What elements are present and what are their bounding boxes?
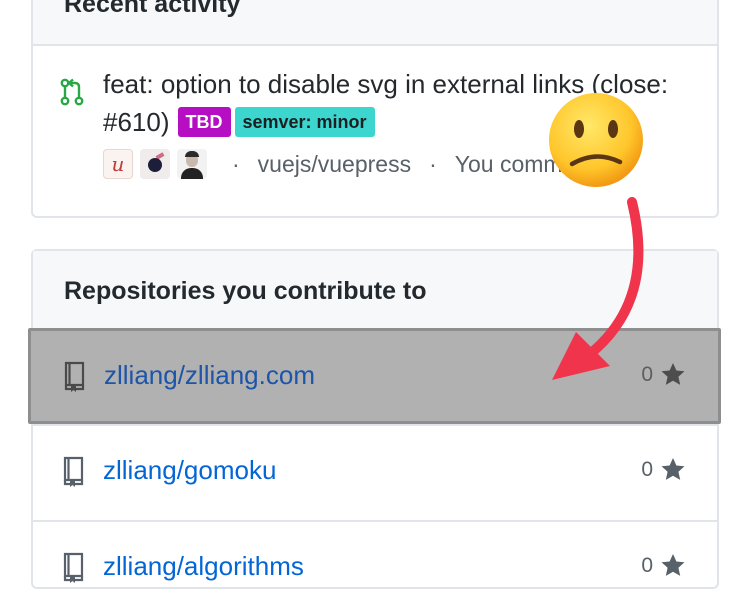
- repo-row[interactable]: zlliang/zlliang.com 0: [28, 328, 721, 424]
- recent-activity-panel: Recent activity feat: option to disable …: [31, 0, 719, 218]
- star-count-value: 0: [641, 457, 653, 481]
- activity-meta: u · vuejs/vuepress · You commented: [103, 148, 620, 180]
- activity-status: You commented: [454, 150, 621, 177]
- repo-icon: [63, 456, 84, 487]
- avatar[interactable]: [177, 149, 207, 179]
- star-icon: [661, 458, 685, 480]
- label-semver-minor[interactable]: semver: minor: [234, 107, 375, 137]
- label-tbd[interactable]: TBD: [177, 107, 231, 137]
- repo-icon: [64, 361, 85, 392]
- star-icon: [661, 363, 685, 385]
- repositories-title: Repositories you contribute to: [64, 277, 427, 305]
- star-count[interactable]: 0: [641, 456, 687, 483]
- separator-dot: ·: [232, 150, 240, 177]
- avatar[interactable]: u: [103, 149, 133, 179]
- star-count[interactable]: 0: [641, 361, 687, 388]
- git-pull-request-icon: [60, 78, 84, 106]
- repo-link[interactable]: zlliang/algorithms: [103, 551, 304, 582]
- repo-row[interactable]: zlliang/algorithms 0: [33, 520, 717, 616]
- repo-icon: [63, 552, 84, 583]
- repo-link[interactable]: zlliang/zlliang.com: [104, 360, 315, 391]
- repo-link[interactable]: vuejs/vuepress: [258, 151, 411, 178]
- star-count-value: 0: [641, 362, 653, 386]
- avatar[interactable]: [140, 149, 170, 179]
- recent-activity-title: Recent activity: [64, 0, 241, 18]
- repositories-panel: Repositories you contribute to zlliang/z…: [28, 249, 721, 589]
- star-count-value: 0: [641, 553, 653, 577]
- activity-title[interactable]: feat: option to disable svg in external …: [103, 65, 703, 141]
- repositories-header: Repositories you contribute to: [33, 251, 717, 331]
- recent-activity-header: Recent activity: [33, 0, 717, 46]
- repo-row[interactable]: zlliang/gomoku 0: [33, 424, 717, 520]
- repo-link[interactable]: zlliang/gomoku: [103, 455, 276, 486]
- separator-dot: ·: [429, 150, 437, 177]
